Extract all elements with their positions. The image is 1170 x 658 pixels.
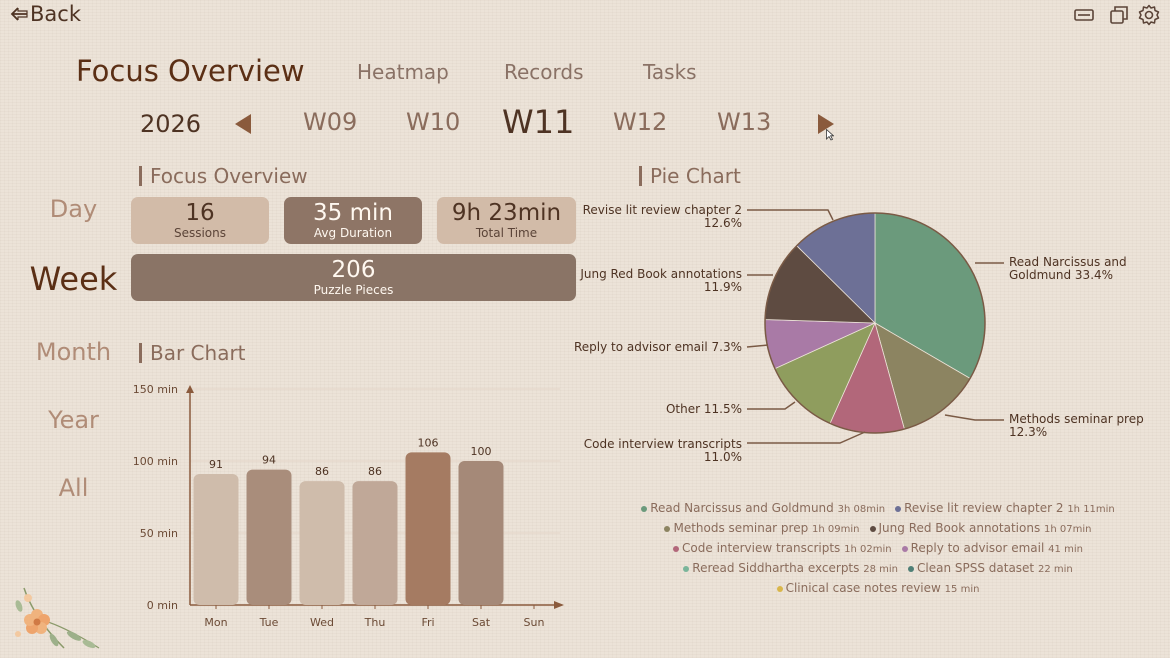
bar-data-label: 94 bbox=[262, 454, 276, 467]
callout-line bbox=[747, 209, 834, 221]
mouse-cursor-icon bbox=[826, 126, 835, 145]
x-tick-label: Fri bbox=[421, 616, 434, 629]
legend-dot-icon bbox=[908, 565, 914, 572]
pie-slice bbox=[829, 321, 905, 434]
callout-revise-lit: Revise lit review chapter 2 12.6% bbox=[582, 203, 742, 230]
x-tick-label: Tue bbox=[259, 616, 279, 629]
legend-time: 41 min bbox=[1048, 544, 1083, 555]
legend-time: 1h 09min bbox=[812, 524, 860, 535]
legend-time: 28 min bbox=[863, 564, 898, 575]
bar-chart: 0 min 50 min 100 min 150 min 91 Mon 94 Tue 86 Wed… bbox=[133, 383, 564, 629]
bar-data-label: 91 bbox=[209, 458, 223, 471]
callout-reply-advisor: Reply to advisor email 7.3% bbox=[573, 340, 742, 354]
legend-row: Clinical case notes review 15 min bbox=[598, 579, 1158, 599]
pie-outline bbox=[764, 212, 986, 434]
pie-slice bbox=[796, 212, 876, 324]
callout-jung: Jung Red Book annotations 11.9% bbox=[580, 267, 742, 294]
bar-data-label: 86 bbox=[368, 465, 382, 478]
pie-slice bbox=[764, 245, 877, 324]
y-tick-label: 50 min bbox=[140, 527, 178, 540]
legend-name: Clean SPSS dataset bbox=[917, 561, 1035, 575]
x-tick-label: Sun bbox=[524, 616, 545, 629]
legend-name: Jung Red Book annotations bbox=[878, 521, 1041, 535]
legend-name: Methods seminar prep bbox=[673, 521, 809, 535]
pie-slice bbox=[774, 322, 876, 424]
legend-dot-icon bbox=[641, 505, 648, 512]
legend-item: Clean SPSS dataset 22 min bbox=[908, 561, 1073, 575]
pie-legend: Read Narcissus and Goldmund 3h 08min Revi… bbox=[598, 499, 1158, 599]
legend-item: Jung Red Book annotations 1h 07min bbox=[869, 521, 1092, 535]
callout-code-interview: Code interview transcripts 11.0% bbox=[583, 437, 742, 464]
y-tick-label: 100 min bbox=[133, 455, 178, 468]
bar-thu bbox=[352, 481, 398, 605]
y-tick-label: 150 min bbox=[133, 383, 178, 396]
pie-chart-heading: Pie Chart bbox=[639, 166, 741, 186]
callout-line bbox=[746, 344, 769, 348]
pie-slice bbox=[764, 319, 876, 370]
bar-data-label: 100 bbox=[471, 445, 492, 458]
week-w12[interactable]: W12 bbox=[613, 108, 667, 136]
legend-time: 15 min bbox=[944, 584, 980, 595]
legend-item: Read Narcissus and Goldmund 3h 08min bbox=[641, 501, 885, 515]
restore-window-icon[interactable] bbox=[1108, 4, 1130, 26]
legend-dot-icon bbox=[895, 505, 902, 512]
legend-row: Read Narcissus and Goldmund 3h 08min Revi… bbox=[598, 499, 1158, 519]
week-w13[interactable]: W13 bbox=[717, 108, 771, 136]
y-tick-label: 0 min bbox=[147, 599, 178, 612]
tab-tasks[interactable]: Tasks bbox=[643, 60, 697, 84]
legend-name: Revise lit review chapter 2 bbox=[904, 501, 1064, 515]
legend-row: Reread Siddhartha excerpts 28 min Clean S… bbox=[598, 559, 1158, 579]
pie-slice bbox=[874, 212, 986, 379]
legend-name: Reply to advisor email bbox=[910, 541, 1045, 555]
callout-line bbox=[944, 414, 1004, 421]
legend-name: Read Narcissus and Goldmund bbox=[650, 501, 834, 515]
legend-time: 3h 08min bbox=[837, 504, 886, 515]
bar-data-label: 86 bbox=[315, 465, 329, 478]
x-axis-arrow bbox=[554, 601, 564, 609]
legend-row: Code interview transcripts 1h 02min Reply… bbox=[598, 539, 1158, 559]
legend-time: 22 min bbox=[1037, 564, 1073, 575]
legend-dot-icon bbox=[901, 545, 908, 552]
gear-icon[interactable] bbox=[1138, 4, 1160, 26]
legend-name: Code interview transcripts bbox=[682, 541, 841, 555]
bar-fri bbox=[405, 452, 451, 605]
legend-time: 1h 02min bbox=[844, 544, 892, 555]
callout-read-narcissus: Read Narcissus and Goldmund 33.4% bbox=[1009, 255, 1127, 282]
legend-dot-icon bbox=[776, 585, 783, 592]
legend-time: 1h 11min bbox=[1067, 504, 1115, 515]
legend-dot-icon bbox=[664, 525, 671, 532]
legend-item: Code interview transcripts 1h 02min bbox=[673, 541, 892, 555]
minimize-icon[interactable] bbox=[1073, 4, 1095, 26]
bar-wed bbox=[299, 481, 345, 605]
legend-dot-icon bbox=[683, 565, 690, 572]
legend-name: Reread Siddhartha excerpts bbox=[692, 561, 860, 575]
legend-row: Methods seminar prep 1h 09min Jung Red Bo… bbox=[598, 519, 1158, 539]
callout-line bbox=[747, 431, 866, 444]
legend-item: Methods seminar prep 1h 09min bbox=[664, 521, 860, 535]
legend-item: Clinical case notes review 15 min bbox=[776, 581, 980, 595]
bar-data-label: 106 bbox=[418, 436, 439, 449]
callout-other: Other 11.5% bbox=[665, 402, 742, 416]
legend-item: Reread Siddhartha excerpts 28 min bbox=[683, 561, 898, 575]
callout-line bbox=[747, 401, 796, 410]
bar-mon bbox=[193, 473, 239, 605]
legend-item: Revise lit review chapter 2 1h 11min bbox=[895, 501, 1115, 515]
pie-slice bbox=[874, 322, 971, 430]
x-tick-label: Wed bbox=[310, 616, 334, 629]
x-tick-label: Mon bbox=[204, 616, 227, 629]
bar-tue bbox=[246, 469, 292, 605]
legend-time: 1h 07min bbox=[1044, 524, 1092, 535]
bar-sat bbox=[458, 461, 504, 605]
x-tick-label: Sat bbox=[472, 616, 491, 629]
callout-methods-seminar: Methods seminar prep 12.3% bbox=[1009, 412, 1144, 439]
x-tick-label: Thu bbox=[364, 616, 386, 629]
legend-dot-icon bbox=[673, 545, 680, 552]
legend-name: Clinical case notes review bbox=[785, 581, 941, 595]
flower-decoration-icon bbox=[15, 587, 100, 649]
legend-dot-icon bbox=[869, 525, 876, 532]
legend-item: Reply to advisor email 41 min bbox=[901, 541, 1083, 555]
